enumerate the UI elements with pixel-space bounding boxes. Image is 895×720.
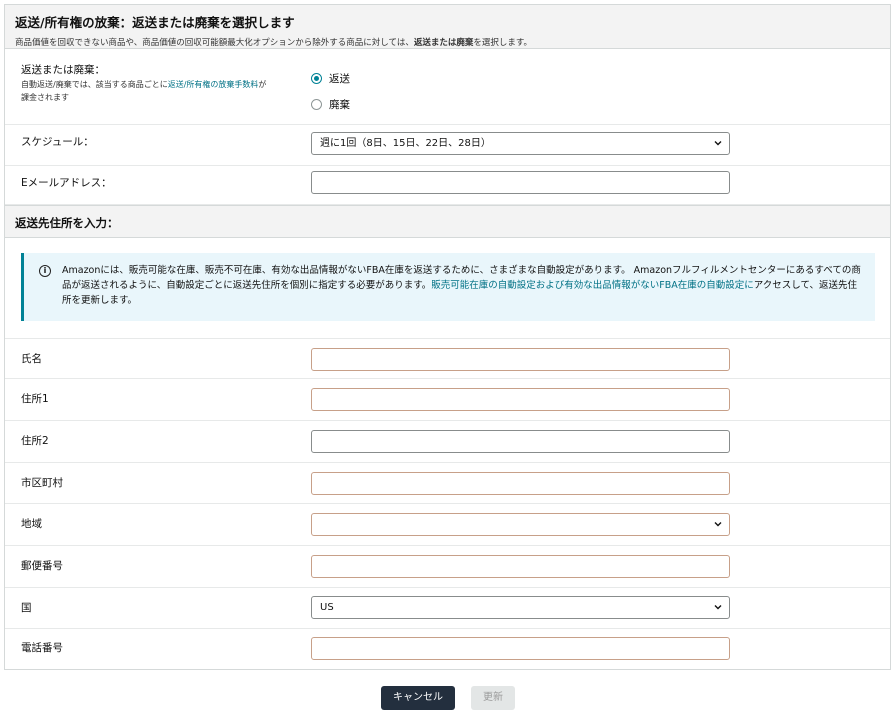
address2-input[interactable] [311,430,730,453]
address1-label: 住所1 [21,393,49,405]
update-button[interactable]: 更新 [471,686,515,710]
disposal-label: 返送または廃棄： [21,64,105,76]
postal-row: 郵便番号 [5,546,890,588]
schedule-label: スケジュール： [21,136,94,148]
country-row: 国 US [5,588,890,629]
panel-header: 返送/所有権の放棄：返送または廃棄を選択します 商品価値を回収できない商品や、商… [5,5,890,49]
country-select[interactable]: US [311,596,730,619]
radio-dispose[interactable]: 廃棄 [311,97,350,112]
phone-label: 電話番号 [21,642,63,654]
country-label: 国 [21,602,32,614]
auto-settings-link[interactable]: 販売可能在庫の自動設定および有効な出品情報がないFBA在庫の自動設定に [431,280,753,291]
info-icon: i [39,265,51,277]
postal-input[interactable] [311,555,730,578]
name-input[interactable] [311,348,730,371]
address2-row: 住所2 [5,421,890,463]
phone-row: 電話番号 [5,629,890,670]
panel-title: 返送/所有権の放棄：返送または廃棄を選択します [15,15,295,30]
schedule-row: スケジュール： 週に1回（8日、15日、22日、28日） [5,125,890,166]
chevron-down-icon [714,605,722,610]
chevron-down-icon [714,141,722,146]
city-row: 市区町村 [5,463,890,504]
region-label: 地域 [21,518,42,530]
name-label: 氏名 [21,353,42,365]
address1-input[interactable] [311,388,730,411]
schedule-value: 週に1回（8日、15日、22日、28日） [320,138,491,149]
address2-label: 住所2 [21,435,49,447]
cancel-button[interactable]: キャンセル [381,686,455,710]
email-row: Eメールアドレス： [5,166,890,205]
email-label: Eメールアドレス： [21,177,112,189]
disposal-settings-panel: 返送/所有権の放棄：返送または廃棄を選択します 商品価値を回収できない商品や、商… [4,4,891,670]
email-input[interactable] [311,171,730,194]
info-alert: i Amazonには、販売可能な在庫、販売不可在庫、有効な出品情報がないFBA在… [21,253,875,321]
chevron-down-icon [714,522,722,527]
address-section-header: 返送先住所を入力： [5,205,890,238]
postal-label: 郵便番号 [21,560,63,572]
schedule-select[interactable]: 週に1回（8日、15日、22日、28日） [311,132,730,155]
disposal-note: 自動返送/廃棄では、該当する商品ごとに返送/所有権の放棄手数料が 課金されます [21,80,267,102]
panel-description: 商品価値を回収できない商品や、商品価値の回収可能額最大化オプションから除外する商… [15,38,532,48]
name-row: 氏名 [5,338,890,379]
disposal-row: 返送または廃棄： 自動返送/廃棄では、該当する商品ごとに返送/所有権の放棄手数料… [5,50,890,125]
region-row: 地域 [5,504,890,546]
radio-return-label: 返送 [329,73,350,85]
radio-return-indicator[interactable] [311,73,322,84]
city-input[interactable] [311,472,730,495]
disposal-fee-link[interactable]: 返送/所有権の放棄手数料 [168,80,259,89]
radio-dispose-label: 廃棄 [329,99,350,111]
region-select[interactable] [311,513,730,536]
radio-return[interactable]: 返送 [311,71,350,86]
country-value: US [320,602,334,613]
address1-row: 住所1 [5,379,890,421]
city-label: 市区町村 [21,477,63,489]
phone-input[interactable] [311,637,730,660]
radio-dispose-indicator[interactable] [311,99,322,110]
